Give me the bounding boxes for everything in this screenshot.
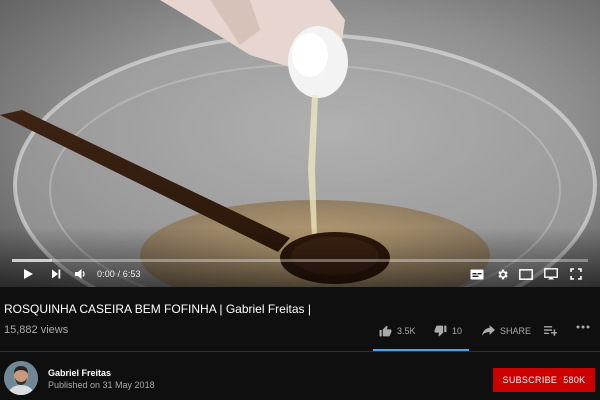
thumbs-down-icon [434, 325, 447, 337]
subscribe-button[interactable]: SUBSCRIBE 580K [493, 368, 595, 392]
share-label: SHARE [500, 325, 532, 336]
subtitles-icon [470, 269, 484, 279]
settings-button[interactable] [492, 265, 512, 283]
next-button[interactable] [46, 265, 66, 283]
avatar[interactable] [4, 361, 38, 395]
more-horizontal-icon [576, 325, 590, 329]
video-player[interactable]: 0:00 / 6:53 [0, 0, 600, 287]
cast-icon [544, 268, 558, 280]
miniplayer-button[interactable] [516, 265, 536, 283]
subtitles-button[interactable] [467, 265, 487, 283]
gear-icon [497, 269, 508, 279]
fullscreen-icon [570, 268, 582, 280]
play-icon [24, 269, 33, 279]
time-display: 0:00 / 6:53 [97, 269, 141, 279]
actions-bar: 3.5K 10 SHARE [0, 325, 600, 341]
miniplayer-icon [519, 268, 533, 280]
share-icon [482, 325, 495, 336]
divider [0, 351, 600, 352]
playlist-add-icon [544, 326, 557, 336]
cast-button[interactable] [541, 265, 561, 283]
fullscreen-button[interactable] [566, 265, 586, 283]
like-count: 3.5K [397, 326, 416, 336]
player-controls: 0:00 / 6:53 [0, 263, 600, 285]
video-title: ROSQUINHA CASEIRA BEM FOFINHA | Gabriel … [4, 302, 311, 316]
youtube-watch-page: 0:00 / 6:53 ROSQUINHA CASEIRA BEM FOFINH… [0, 0, 600, 400]
share-button[interactable]: SHARE [482, 325, 531, 336]
subscribe-label: SUBSCRIBE [502, 375, 558, 385]
buffered-bar [12, 259, 53, 262]
volume-icon [74, 269, 85, 279]
play-button[interactable] [18, 265, 38, 283]
avatar-image [4, 361, 38, 395]
progress-bar[interactable] [12, 259, 588, 262]
mute-button[interactable] [70, 265, 90, 283]
dislike-count: 10 [452, 326, 463, 336]
thumbs-up-icon [379, 325, 392, 337]
skip-next-icon [52, 269, 61, 279]
dislike-button[interactable]: 10 [434, 325, 462, 337]
subscriber-count: 580K [563, 375, 586, 385]
publish-date: Published on 31 May 2018 [48, 380, 155, 390]
channel-name[interactable]: Gabriel Freitas [48, 368, 111, 378]
like-button[interactable]: 3.5K [379, 325, 416, 337]
more-actions-button[interactable] [576, 325, 590, 329]
save-to-playlist-button[interactable] [544, 325, 557, 336]
